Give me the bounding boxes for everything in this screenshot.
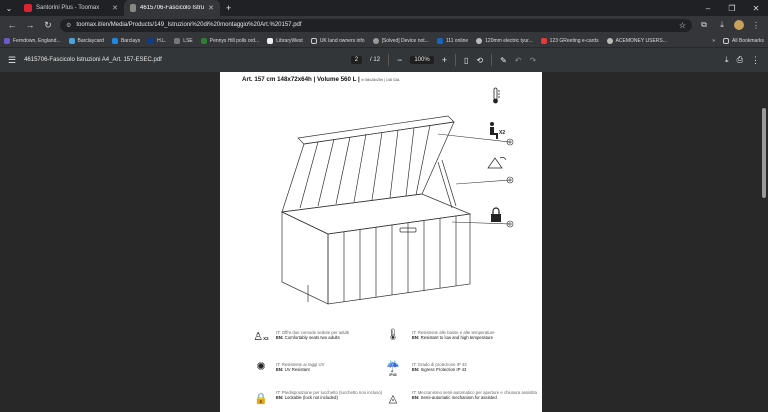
tab-search-icon[interactable]: ⌄ xyxy=(0,4,18,13)
feature-item: IT: Meccanismo semi-automatico per apert… xyxy=(412,390,542,401)
folder-icon xyxy=(310,37,317,44)
favicon-icon xyxy=(267,37,274,44)
divider xyxy=(388,54,390,66)
browser-toolbar: ← → ↻ ⚙ toomax.it/en/Media/Products/149_… xyxy=(0,16,768,34)
folder-icon xyxy=(723,37,730,44)
bookmark-item[interactable]: LibraryWest xyxy=(267,37,303,44)
site-info-icon[interactable]: ⚙ xyxy=(66,22,71,29)
url-text: toomax.it/en/Media/Products/149_Istruzio… xyxy=(76,22,302,28)
all-bookmarks-button[interactable]: All Bookmarks xyxy=(723,37,764,44)
download-icon[interactable]: ⤓ xyxy=(716,20,728,30)
sun-icon: ✺ xyxy=(256,361,266,373)
thermometer-icon xyxy=(493,87,500,104)
maximize-icon[interactable]: ❐ xyxy=(720,4,744,13)
zoom-out-button[interactable]: − xyxy=(397,55,402,65)
favicon-icon xyxy=(200,37,207,44)
favicon-icon xyxy=(148,37,155,44)
rotate-icon[interactable]: ⟲ xyxy=(476,56,483,65)
bookmarks-bar: Ferndown, England... Barclaycard Barclay… xyxy=(0,34,768,48)
seats-badge: X2 xyxy=(499,130,506,136)
bookmark-item[interactable]: Barclays xyxy=(111,37,140,44)
favicon-icon xyxy=(111,37,118,44)
lock-icon xyxy=(491,207,501,222)
extensions-icon[interactable]: ⧉ xyxy=(698,20,710,30)
bookmark-item[interactable]: [Solved] Device not... xyxy=(372,37,429,44)
bookmark-item[interactable]: UK land owners info xyxy=(310,37,365,44)
more-options-icon[interactable]: ⋮ xyxy=(751,55,760,66)
lock-icon: 🔒 xyxy=(254,393,268,405)
bookmark-item[interactable]: 111 online xyxy=(436,37,468,44)
back-icon[interactable]: ← xyxy=(6,20,18,30)
favicon-icon xyxy=(68,37,75,44)
page-number-input[interactable]: 2 xyxy=(350,56,363,64)
tab-title: Santorini Plus - Toomax xyxy=(36,5,100,11)
pdf-filename: 4615706-Fascicolo Istruzioni A4_Art. 157… xyxy=(24,57,162,63)
tab-strip: ⌄ Santorini Plus - Toomax ✕ 4615706-Fasc… xyxy=(0,0,768,16)
annotate-pen-icon[interactable]: ✎ xyxy=(500,56,507,65)
seated-person-icon: ♙X2 xyxy=(253,331,269,343)
new-tab-button[interactable]: + xyxy=(226,3,231,13)
pdf-page: Art. 157 cm 148x72x64h | Volume 560 L | … xyxy=(220,72,542,412)
reload-icon[interactable]: ↻ xyxy=(42,20,54,31)
divider xyxy=(454,54,456,66)
semi-automatic-icon xyxy=(487,156,507,169)
profile-avatar[interactable] xyxy=(734,20,744,30)
zoom-input[interactable]: 100% xyxy=(410,56,434,64)
redo-icon[interactable]: ↷ xyxy=(529,56,536,65)
pdf-toolbar: ☰ 4615706-Fascicolo Istruzioni A4_Art. 1… xyxy=(0,48,768,72)
print-icon[interactable]: ⎙ xyxy=(737,55,743,65)
forward-icon[interactable]: → xyxy=(24,20,36,30)
download-icon[interactable]: ⤓ xyxy=(725,55,729,65)
favicon-icon xyxy=(540,37,547,44)
semi-automatic-icon: ◬ xyxy=(388,393,398,405)
tab-title: 4615706-Fascicolo Istruzioni A4 xyxy=(140,5,205,11)
favicon-icon xyxy=(4,37,10,44)
close-window-icon[interactable]: ✕ xyxy=(744,4,768,13)
bookmark-item[interactable]: 123 GReeting e-cards xyxy=(540,37,599,44)
tab-pdf[interactable]: 4615706-Fascicolo Istruzioni A4 ✕ xyxy=(124,0,220,16)
menu-icon[interactable]: ⋮ xyxy=(750,21,762,30)
rain-icon: ☔ IP43 xyxy=(386,361,400,377)
bookmark-item[interactable]: Barclaycard xyxy=(68,37,104,44)
globe-icon xyxy=(606,37,613,44)
more-bookmarks-button[interactable]: » xyxy=(712,38,715,44)
scrollbar-thumb[interactable] xyxy=(762,108,766,198)
feature-item: IT: Grado di protezione IP 43 EN: Ingres… xyxy=(412,362,542,373)
minimize-icon[interactable]: – xyxy=(696,4,720,13)
globe-icon xyxy=(372,37,379,44)
divider xyxy=(491,54,493,66)
bookmark-star-icon[interactable]: ☆ xyxy=(679,21,686,30)
address-bar[interactable]: ⚙ toomax.it/en/Media/Products/149_Istruz… xyxy=(60,18,692,32)
nhs-icon xyxy=(436,37,443,44)
menu-icon[interactable]: ☰ xyxy=(8,55,16,66)
undo-icon[interactable]: ↶ xyxy=(515,56,522,65)
tab-toomax[interactable]: Santorini Plus - Toomax ✕ xyxy=(18,0,124,16)
pdf-viewer[interactable]: Art. 157 cm 148x72x64h | Volume 560 L | … xyxy=(0,72,768,412)
feature-item: IT: Resistente alle basse e alte tempera… xyxy=(412,330,542,341)
feature-en: EN: Ingress Protection IP 43 xyxy=(412,367,467,373)
storage-box-illustration xyxy=(280,87,514,305)
toomax-favicon xyxy=(24,4,32,12)
bookmark-item[interactable]: ACEMONEY USERS... xyxy=(606,37,667,44)
fit-page-icon[interactable]: ▯ xyxy=(464,56,468,65)
zoom-in-button[interactable]: + xyxy=(442,55,447,65)
feature-en: EN: Resistant to low and high temperatur… xyxy=(412,335,493,341)
bookmark-item[interactable]: Ferndown, England... xyxy=(4,37,61,44)
feature-en: EN: Semi-automatic mechanism for assiste… xyxy=(412,395,497,401)
favicon-icon xyxy=(174,37,181,44)
globe-icon xyxy=(130,4,137,12)
thermometer-icon: 🌡 xyxy=(386,329,400,341)
seated-person-icon xyxy=(490,122,498,139)
bookmark-item[interactable]: Pennys Hill polls ord... xyxy=(200,37,259,44)
page-total: / 12 xyxy=(370,57,381,63)
bookmark-item[interactable]: LSE xyxy=(174,37,193,44)
close-tab-icon[interactable]: ✕ xyxy=(208,4,214,12)
globe-icon xyxy=(476,37,483,44)
bookmark-item[interactable]: H.L. xyxy=(148,37,166,44)
close-tab-icon[interactable]: ✕ xyxy=(112,4,118,12)
bookmark-item[interactable]: 120mm electric tyur... xyxy=(476,37,533,44)
